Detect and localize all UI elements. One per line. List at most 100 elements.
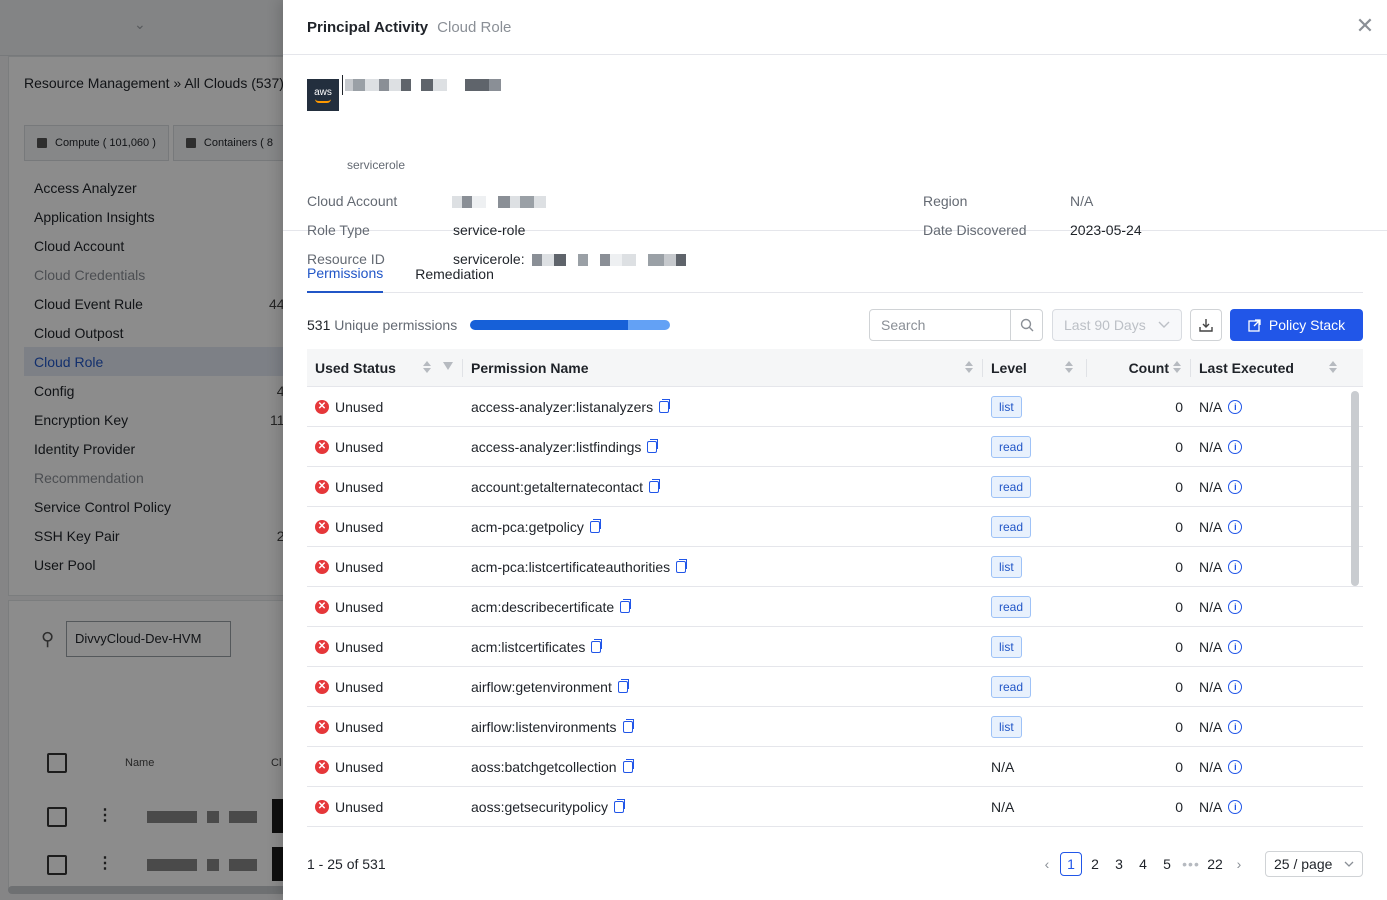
- used-status-cell: ✕ Unused: [307, 799, 463, 815]
- resource-info: aws servicerole Cloud Account Role Type …: [283, 55, 1387, 267]
- header-permission-name[interactable]: Permission Name: [463, 349, 983, 387]
- sort-icon[interactable]: [423, 360, 431, 373]
- page-button[interactable]: 22: [1204, 852, 1226, 876]
- header-last-executed[interactable]: Last Executed: [1191, 349, 1363, 387]
- page-button[interactable]: 1: [1060, 852, 1082, 876]
- tab-remediation[interactable]: Remediation: [415, 255, 494, 292]
- last-executed-cell: N/A i: [1191, 479, 1363, 495]
- page-button[interactable]: 3: [1108, 852, 1130, 876]
- page-button[interactable]: 2: [1084, 852, 1106, 876]
- copy-icon[interactable]: [622, 758, 634, 773]
- region-label: Region: [923, 193, 968, 209]
- pagination-ellipsis[interactable]: •••: [1180, 852, 1202, 876]
- last-executed-cell: N/A i: [1191, 759, 1363, 775]
- level-cell: N/A: [983, 799, 1087, 815]
- chevron-right-icon[interactable]: ›: [1228, 852, 1250, 876]
- sort-icon[interactable]: [1329, 360, 1337, 373]
- level-cell: N/A: [983, 759, 1087, 775]
- sort-icon[interactable]: [1173, 360, 1181, 373]
- chevron-left-icon[interactable]: ‹: [1036, 852, 1058, 876]
- page-button[interactable]: 4: [1132, 852, 1154, 876]
- last-executed-cell: N/A i: [1191, 439, 1363, 455]
- policy-stack-button[interactable]: Policy Stack: [1230, 309, 1363, 341]
- filter-icon[interactable]: [443, 361, 453, 370]
- external-link-icon: [1248, 318, 1261, 332]
- info-icon[interactable]: i: [1228, 439, 1243, 454]
- table-row: ✕ Unused account:getalternatecontact read 0 N…: [307, 467, 1363, 507]
- copy-icon[interactable]: [591, 638, 603, 653]
- download-button[interactable]: [1190, 309, 1222, 341]
- info-icon[interactable]: i: [1228, 759, 1243, 774]
- info-icon[interactable]: i: [1228, 679, 1243, 694]
- used-status-cell: ✕ Unused: [307, 439, 463, 455]
- info-icon[interactable]: i: [1228, 799, 1243, 814]
- copy-icon[interactable]: [676, 558, 688, 573]
- last-executed-cell: N/A i: [1191, 399, 1363, 415]
- chevron-down-icon: [1158, 321, 1170, 328]
- level-tag: list: [991, 635, 1022, 658]
- info-icon[interactable]: i: [1228, 599, 1243, 614]
- count-cell: 0: [1175, 598, 1183, 615]
- count-cell: 0: [1175, 758, 1183, 775]
- redacted-value: [452, 196, 546, 209]
- last-executed-cell: N/A i: [1191, 799, 1363, 815]
- header-count[interactable]: Count: [1087, 349, 1191, 387]
- used-status-cell: ✕ Unused: [307, 719, 463, 735]
- unused-status-icon: ✕: [315, 759, 329, 774]
- copy-icon[interactable]: [622, 718, 634, 733]
- sort-icon[interactable]: [965, 360, 973, 373]
- region-value: N/A: [1070, 193, 1094, 209]
- page-size-select[interactable]: 25 / page: [1265, 851, 1363, 877]
- modal-overlay[interactable]: [0, 0, 283, 900]
- role-label: servicerole: [347, 158, 406, 172]
- copy-icon[interactable]: [649, 478, 661, 493]
- close-icon[interactable]: ✕: [1353, 13, 1377, 38]
- level-cell: read: [983, 475, 1087, 498]
- level-cell: list: [983, 635, 1087, 658]
- copy-icon[interactable]: [647, 438, 659, 453]
- permission-search[interactable]: Search: [869, 309, 1043, 341]
- vertical-scrollbar[interactable]: [1351, 391, 1359, 586]
- drawer-tabs: Permissions Remediation: [307, 255, 1363, 293]
- permission-name-cell: access-analyzer:listanalyzers: [463, 398, 983, 415]
- sort-icon[interactable]: [1065, 360, 1073, 373]
- used-status-cell: ✕ Unused: [307, 479, 463, 495]
- time-range-select[interactable]: Last 90 Days: [1052, 309, 1182, 341]
- permission-name-cell: aoss:getsecuritypolicy: [463, 798, 983, 815]
- search-button[interactable]: [1010, 310, 1042, 340]
- table-row: ✕ Unused airflow:getenvironment read 0 N/A i: [307, 667, 1363, 707]
- copy-icon[interactable]: [613, 798, 625, 813]
- info-icon[interactable]: i: [1228, 479, 1243, 494]
- level-tag: list: [991, 715, 1022, 738]
- unused-status-icon: ✕: [315, 639, 329, 654]
- tab-permissions[interactable]: Permissions: [307, 255, 384, 293]
- header-level[interactable]: Level: [983, 349, 1087, 387]
- count-cell: 0: [1175, 438, 1183, 455]
- count-cell: 0: [1175, 678, 1183, 695]
- permission-name-cell: access-analyzer:listfindings: [463, 438, 983, 455]
- table-row: ✕ Unused airflow:listenvironments list 0 N/A i: [307, 707, 1363, 747]
- progress-fill: [470, 320, 628, 330]
- level-tag: read: [991, 515, 1032, 538]
- aws-logo: aws: [307, 79, 339, 111]
- copy-icon[interactable]: [620, 598, 632, 613]
- info-icon[interactable]: i: [1228, 639, 1243, 654]
- info-icon[interactable]: i: [1228, 519, 1243, 534]
- unused-status-icon: ✕: [315, 519, 329, 534]
- copy-icon[interactable]: [617, 678, 629, 693]
- copy-icon[interactable]: [659, 398, 671, 413]
- table-row: ✕ Unused acm:listcertificates list 0 N/A i: [307, 627, 1363, 667]
- permissions-progress-bar: [470, 320, 670, 330]
- level-cell: read: [983, 435, 1087, 458]
- permissions-toolbar: 531 Unique permissions Search Last 90 Da…: [307, 309, 1363, 341]
- info-icon[interactable]: i: [1228, 719, 1243, 734]
- page-button[interactable]: 5: [1156, 852, 1178, 876]
- info-icon[interactable]: i: [1228, 559, 1243, 574]
- search-input[interactable]: Search: [870, 310, 1010, 340]
- used-status-cell: ✕ Unused: [307, 519, 463, 535]
- info-icon[interactable]: i: [1228, 399, 1243, 414]
- header-used-status[interactable]: Used Status: [307, 349, 463, 387]
- permissions-table: Used Status Permission Name Level Count: [307, 349, 1363, 827]
- used-status-cell: ✕ Unused: [307, 639, 463, 655]
- copy-icon[interactable]: [589, 518, 601, 533]
